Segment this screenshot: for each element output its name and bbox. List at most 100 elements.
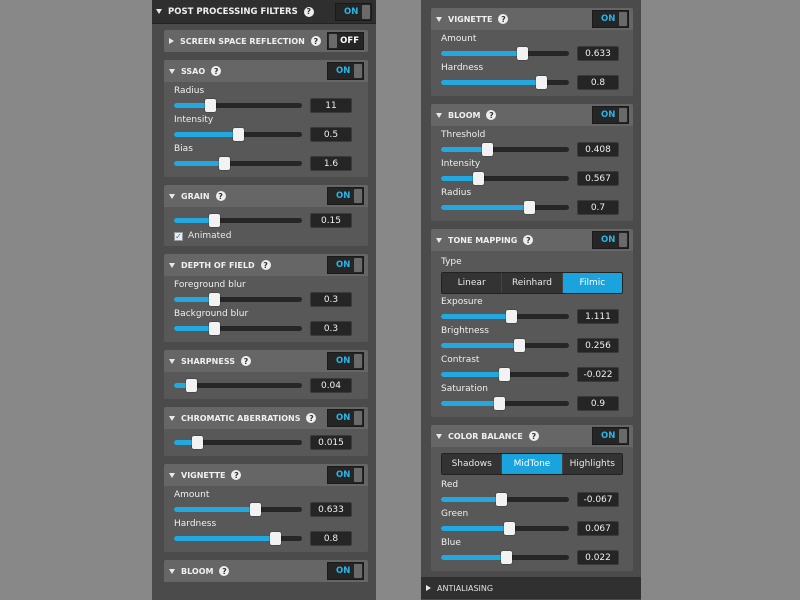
chevron-right-icon[interactable] <box>426 585 431 591</box>
vignette-amount-slider[interactable] <box>174 503 302 516</box>
bloom-intensity-slider[interactable] <box>441 172 569 185</box>
chromatic-panel-header[interactable]: CHROMATIC ABERRATIONS ? ON <box>164 407 368 429</box>
vignette-amount-value[interactable]: 0.633 <box>577 46 619 61</box>
range-option-highlights[interactable]: Highlights <box>562 454 622 474</box>
ssao-intensity-value[interactable]: 0.5 <box>310 127 352 142</box>
slider-thumb[interactable] <box>204 99 216 112</box>
chevron-down-icon[interactable] <box>436 16 442 22</box>
slider-thumb[interactable] <box>501 551 513 564</box>
slider-thumb[interactable] <box>535 76 547 89</box>
green-value[interactable]: 0.067 <box>577 521 619 536</box>
help-icon[interactable]: ? <box>215 191 226 201</box>
ssao-panel-header[interactable]: SSAO ? ON <box>164 60 368 82</box>
ssao-radius-slider[interactable] <box>174 99 302 112</box>
range-option-midtone[interactable]: MidTone <box>502 454 563 474</box>
bloom-threshold-slider[interactable] <box>441 143 569 156</box>
grain-value[interactable]: 0.15 <box>310 213 352 228</box>
bloom-panel-header[interactable]: BLOOM ? ON <box>431 104 633 126</box>
slider-thumb[interactable] <box>503 522 515 535</box>
chevron-down-icon[interactable] <box>169 68 175 74</box>
colorbalance-toggle[interactable]: ON <box>592 427 629 445</box>
dof-panel-header[interactable]: DEPTH OF FIELD ? ON <box>164 254 368 276</box>
antialiasing-header[interactable]: ANTIALIASING <box>421 577 641 599</box>
slider-thumb[interactable] <box>192 436 204 449</box>
vignette-toggle[interactable]: ON <box>327 466 364 484</box>
help-icon[interactable]: ? <box>260 260 271 270</box>
ssao-toggle[interactable]: ON <box>327 62 364 80</box>
grain-panel-header[interactable]: GRAIN ? ON <box>164 185 368 207</box>
slider-thumb[interactable] <box>218 157 230 170</box>
type-option-filmic[interactable]: Filmic <box>562 273 622 293</box>
slider-thumb[interactable] <box>506 310 518 323</box>
slider-thumb[interactable] <box>514 339 526 352</box>
type-option-reinhard[interactable]: Reinhard <box>502 273 563 293</box>
blue-slider[interactable] <box>441 551 569 564</box>
chromatic-slider[interactable] <box>174 436 302 449</box>
chevron-down-icon[interactable] <box>436 112 442 118</box>
chevron-down-icon[interactable] <box>436 237 442 243</box>
red-value[interactable]: -0.067 <box>577 492 619 507</box>
chevron-down-icon[interactable] <box>169 358 175 364</box>
colorbalance-panel-header[interactable]: COLOR BALANCE ? ON <box>431 425 633 447</box>
bloom-intensity-value[interactable]: 0.567 <box>577 171 619 186</box>
help-icon[interactable]: ? <box>498 14 509 24</box>
background-blur-slider[interactable] <box>174 322 302 335</box>
slider-thumb[interactable] <box>208 293 220 306</box>
slider-thumb[interactable] <box>233 128 244 141</box>
ssao-radius-value[interactable]: 11 <box>310 98 352 113</box>
post-processing-toggle[interactable]: ON <box>335 2 372 21</box>
vignette-panel-header[interactable]: VIGNETTE ? ON <box>164 464 368 486</box>
chromatic-toggle[interactable]: ON <box>327 409 364 427</box>
help-icon[interactable]: ? <box>303 6 314 17</box>
help-icon[interactable]: ? <box>523 235 534 245</box>
slider-thumb[interactable] <box>493 397 505 410</box>
chevron-down-icon[interactable] <box>169 415 175 421</box>
vignette-hardness-slider[interactable] <box>441 76 569 89</box>
slider-thumb[interactable] <box>249 503 261 516</box>
ssao-bias-value[interactable]: 1.6 <box>310 156 352 171</box>
ssao-intensity-slider[interactable] <box>174 128 302 141</box>
bloom-toggle[interactable]: ON <box>592 106 629 124</box>
slider-thumb[interactable] <box>524 201 536 214</box>
vignette-amount-slider[interactable] <box>441 47 569 60</box>
slider-thumb[interactable] <box>482 143 494 156</box>
sharpness-panel-header[interactable]: SHARPNESS ? ON <box>164 350 368 372</box>
slider-thumb[interactable] <box>496 493 508 506</box>
grain-slider[interactable] <box>174 214 302 227</box>
chevron-down-icon[interactable] <box>169 262 175 268</box>
grain-toggle[interactable]: ON <box>327 187 364 205</box>
chromatic-value[interactable]: 0.015 <box>310 435 352 450</box>
foreground-blur-slider[interactable] <box>174 293 302 306</box>
slider-thumb[interactable] <box>208 322 220 335</box>
help-icon[interactable]: ? <box>306 413 317 423</box>
chevron-down-icon[interactable] <box>169 472 175 478</box>
dof-toggle[interactable]: ON <box>327 256 364 274</box>
ssr-panel-header[interactable]: SCREEN SPACE REFLECTION ? OFF <box>164 30 368 52</box>
blue-value[interactable]: 0.022 <box>577 550 619 565</box>
chevron-down-icon[interactable] <box>169 568 175 574</box>
foreground-blur-value[interactable]: 0.3 <box>310 292 352 307</box>
help-icon[interactable]: ? <box>528 431 539 441</box>
vignette-hardness-value[interactable]: 0.8 <box>577 75 619 90</box>
sharpness-value[interactable]: 0.04 <box>310 378 352 393</box>
contrast-slider[interactable] <box>441 368 569 381</box>
animated-checkbox-row[interactable]: ✓ Animated <box>174 231 368 241</box>
vignette-hardness-slider[interactable] <box>174 532 302 545</box>
slider-thumb[interactable] <box>185 379 197 392</box>
help-icon[interactable]: ? <box>231 470 242 480</box>
bloom-threshold-value[interactable]: 0.408 <box>577 142 619 157</box>
type-option-linear[interactable]: Linear <box>442 273 503 293</box>
ssao-bias-slider[interactable] <box>174 157 302 170</box>
exposure-slider[interactable] <box>441 310 569 323</box>
ssr-toggle[interactable]: OFF <box>327 32 364 50</box>
vignette-toggle[interactable]: ON <box>592 10 629 28</box>
background-blur-value[interactable]: 0.3 <box>310 321 352 336</box>
bloom-radius-slider[interactable] <box>441 201 569 214</box>
animated-checkbox[interactable]: ✓ <box>174 231 183 241</box>
vignette-amount-value[interactable]: 0.633 <box>310 502 352 517</box>
chevron-down-icon[interactable] <box>169 193 175 199</box>
post-processing-header[interactable]: POST PROCESSING FILTERS ? ON <box>152 0 376 24</box>
chevron-down-icon[interactable] <box>436 433 442 439</box>
sharpness-toggle[interactable]: ON <box>327 352 364 370</box>
saturation-value[interactable]: 0.9 <box>577 396 619 411</box>
